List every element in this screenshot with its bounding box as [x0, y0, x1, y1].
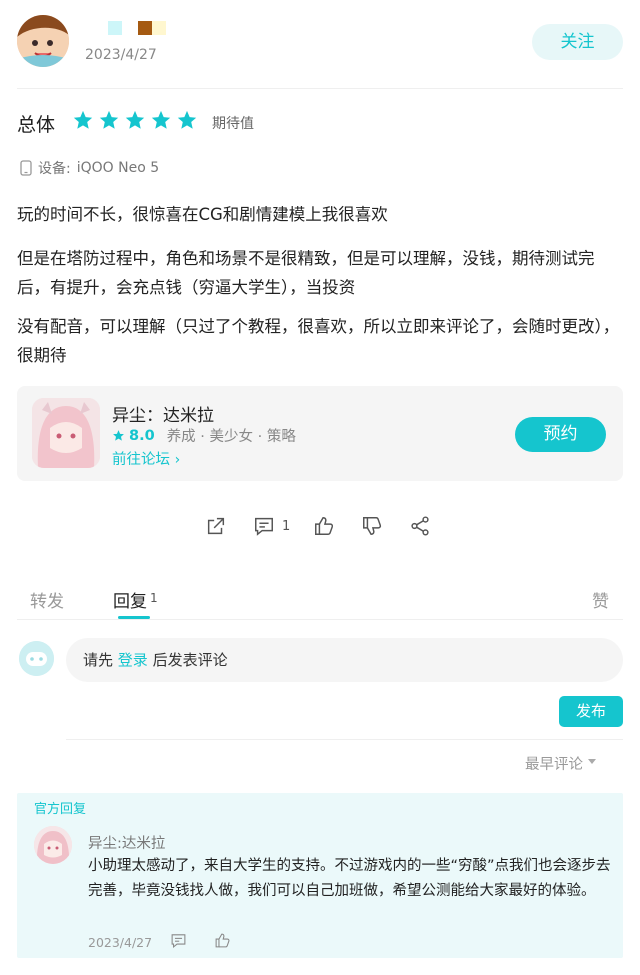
- comment-input[interactable]: 请先 登录 后发表评论: [66, 638, 623, 682]
- forum-link[interactable]: 前往论坛 ›: [112, 448, 180, 469]
- comment-count: 1: [282, 519, 291, 534]
- reply-count: 1: [150, 591, 158, 605]
- divider: [17, 619, 623, 620]
- star-icon: [125, 110, 145, 129]
- thumbs-up-icon[interactable]: [313, 515, 335, 537]
- star-icon: [99, 110, 119, 129]
- comment-prompt-prefix: 请先: [83, 651, 114, 669]
- user-avatar[interactable]: [17, 15, 69, 67]
- forum-link-label: 前往论坛: [112, 452, 170, 468]
- tab-like[interactable]: 赞: [592, 587, 609, 612]
- star-icon: [151, 110, 171, 129]
- rating-stars: [72, 109, 198, 131]
- official-reply-date: 2023/4/27: [88, 935, 153, 950]
- official-reply-label: 官方回复: [34, 802, 87, 817]
- share-icon[interactable]: [409, 515, 431, 537]
- game-meta: 8.0 养成 · 美少女 · 策略: [112, 425, 296, 446]
- chevron-right-icon: ›: [174, 452, 181, 468]
- publish-button[interactable]: 发布: [559, 696, 623, 727]
- reply-comment-icon[interactable]: [170, 932, 187, 949]
- comment-prompt-suffix: 后发表评论: [152, 651, 228, 669]
- reply-thumbs-up-icon[interactable]: [214, 932, 231, 949]
- device-name: iQOO Neo 5: [76, 160, 160, 176]
- overall-rating-label: 总体: [17, 114, 56, 136]
- star-icon: [177, 110, 197, 129]
- tab-forward[interactable]: 转发: [30, 587, 64, 612]
- phone-icon: [20, 160, 32, 176]
- official-avatar[interactable]: [34, 826, 72, 864]
- star-icon: [113, 430, 124, 441]
- post-paragraph: 但是在塔防过程中，角色和场景不是很精致，但是可以理解，没钱，期待测试完后，有提升…: [17, 249, 595, 297]
- post-date: 2023/4/27: [85, 47, 157, 63]
- share-out-icon[interactable]: [205, 515, 227, 537]
- game-title[interactable]: 异尘：达米拉: [112, 401, 214, 426]
- divider: [66, 739, 623, 740]
- post-paragraph: 玩的时间不长，很惊喜在CG和剧情建模上我很喜欢: [17, 205, 388, 224]
- game-tags: 养成 · 美少女 · 策略: [166, 429, 296, 445]
- official-author[interactable]: 异尘:达米拉: [88, 832, 165, 853]
- official-reply-text: 小助理太感动了，来自大学生的支持。不过游戏内的一些“穷酸”点我们也会逐步去完善，…: [88, 858, 611, 899]
- game-score: 8.0: [129, 427, 155, 444]
- comment-icon[interactable]: [253, 515, 275, 537]
- device-label: 设备:: [38, 161, 71, 177]
- post-paragraph: 没有配音，可以理解（只过了个教程，很喜欢，所以立即来评论了，会随时更改），很期待: [17, 317, 620, 365]
- login-link[interactable]: 登录: [118, 651, 148, 669]
- thumbs-down-icon[interactable]: [361, 515, 383, 537]
- tab-reply[interactable]: 回复: [113, 587, 147, 612]
- device-info: 设备: iQOO Neo 5: [20, 158, 159, 178]
- sort-dropdown[interactable]: 最早评论: [525, 753, 596, 774]
- star-icon: [73, 110, 93, 129]
- game-icon[interactable]: [32, 398, 100, 468]
- reserve-button[interactable]: 预约: [515, 417, 606, 452]
- caret-down-icon: [588, 759, 596, 764]
- sort-label: 最早评论: [525, 757, 583, 773]
- rating-type-label: 期待值: [212, 116, 254, 132]
- follow-button[interactable]: 关注: [532, 24, 623, 60]
- divider: [17, 88, 623, 89]
- my-avatar: [19, 641, 54, 676]
- username-placeholder: [108, 21, 166, 35]
